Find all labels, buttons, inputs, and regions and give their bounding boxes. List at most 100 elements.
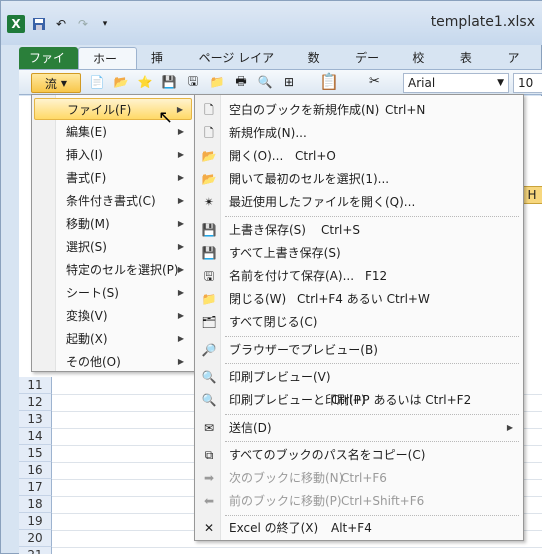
menu-item-save-all[interactable]: 💾 すべて上書き保存(S) <box>197 242 521 264</box>
tab-home[interactable]: ホーム <box>78 47 138 88</box>
submenu-arrow-icon: ▶ <box>177 127 184 136</box>
save-as-icon[interactable]: 🖫 <box>183 73 203 91</box>
save-icon[interactable] <box>31 16 47 32</box>
close-folder-icon[interactable]: 📁 <box>207 73 227 91</box>
open-folder-icon: 📂 <box>201 149 217 163</box>
menu-button-label: 流 <box>44 76 57 91</box>
menu-item-new[interactable]: 🗋 新規作成(N)... <box>197 122 521 144</box>
menu-item-format[interactable]: 書式(F) ▶ <box>34 167 192 189</box>
menu-item-conditional-format[interactable]: 条件付き書式(C) ▶ <box>34 190 192 212</box>
customize-qat-icon[interactable]: ▾ <box>97 16 113 32</box>
row-header[interactable]: 18 <box>19 496 52 513</box>
cut-icon[interactable]: ✂ <box>369 74 380 89</box>
menu-item-move[interactable]: 移動(M) ▶ <box>34 213 192 235</box>
excel-window: X ↶ ↷ ▾ template1.xlsx ファイル ホーム 挿入 ページ レ… <box>0 0 542 554</box>
menu-item-browser-preview[interactable]: 🔎 ブラウザーでプレビュー(B) <box>197 339 521 361</box>
menu-item-other[interactable]: その他(O) ▶ <box>34 351 192 373</box>
row-header[interactable]: 15 <box>19 445 52 462</box>
next-book-icon: ➡ <box>203 471 215 485</box>
recent-icon[interactable]: ⭐ <box>135 73 155 91</box>
menu-item-open-first-cell[interactable]: 📂 開いて最初のセルを選択(1)... <box>197 168 521 190</box>
row-header[interactable]: 11 <box>19 377 52 394</box>
menu-item-label: シート(S) <box>66 286 119 300</box>
new-doc-icon[interactable]: 📄 <box>87 73 107 91</box>
menu-item-sheet[interactable]: シート(S) ▶ <box>34 282 192 304</box>
tab-view[interactable]: 表示 <box>446 47 494 87</box>
menu-item-open[interactable]: 📂 開く(O)... Ctrl+O <box>197 145 521 167</box>
column-header-h[interactable]: H <box>521 186 542 204</box>
menu-item-save-as[interactable]: 🖫 名前を付けて保存(A)... F12 <box>197 265 521 287</box>
menu-item-exit[interactable]: ✕ Excel の終了(X) Alt+F4 <box>197 517 521 539</box>
undo-icon[interactable]: ↶ <box>53 16 69 32</box>
menu-item-print-preview-print[interactable]: 🔍 印刷プレビューと印刷(P) Ctrl+P あるいは Ctrl+F2 <box>197 389 521 411</box>
row-header[interactable]: 13 <box>19 411 52 428</box>
save-icon[interactable]: 💾 <box>159 73 179 91</box>
font-name-select[interactable]: Arial ▼ <box>403 73 509 93</box>
tab-data[interactable]: データ <box>341 47 398 87</box>
redo-icon[interactable]: ↷ <box>75 16 91 32</box>
menu-item-select[interactable]: 選択(S) ▶ <box>34 236 192 258</box>
menu-item-label: Excel の終了(X) <box>229 521 319 535</box>
tab-addins[interactable]: アド <box>493 47 541 87</box>
menu-item-shortcut: Ctrl+F6 <box>341 471 387 485</box>
layout-icon[interactable]: ⊞ <box>279 73 299 91</box>
menu-item-label: 書式(F) <box>66 171 107 185</box>
menu-item-new-blank[interactable]: 🗋 空白のブックを新規作成(N) Ctrl+N <box>197 99 521 121</box>
menu-item-label: 開いて最初のセルを選択(1)... <box>229 172 390 186</box>
menu-item-shortcut: Ctrl+F4 あるい Ctrl+W <box>297 292 430 306</box>
tab-file[interactable]: ファイル <box>19 47 79 87</box>
tab-review[interactable]: 校閲 <box>398 47 446 87</box>
menu-separator <box>225 441 519 442</box>
menu-item-send[interactable]: ✉ 送信(D) ▶ <box>197 417 521 439</box>
close-folder-icon: 📁 <box>201 292 217 306</box>
close-icon: ✕ <box>203 521 215 535</box>
row-header[interactable]: 14 <box>19 428 52 445</box>
menu-item-label: 空白のブックを新規作成(N) <box>229 103 380 117</box>
menu-item-open-recent[interactable]: ✴ 最近使用したファイルを開く(Q)... <box>197 191 521 213</box>
menu-item-label: 特定のセルを選択(P) <box>66 263 179 277</box>
menu-item-save[interactable]: 💾 上書き保存(S) Ctrl+S <box>197 219 521 241</box>
custom-menu-button[interactable]: 流 ▼ <box>31 73 81 93</box>
menu-item-close-all[interactable]: 🗂 すべて閉じる(C) <box>197 311 521 333</box>
menu-item-insert[interactable]: 挿入(I) ▶ <box>34 144 192 166</box>
menu-item-label: 印刷プレビュー(V) <box>229 370 331 384</box>
browser-preview-icon: 🔎 <box>201 343 217 357</box>
row-header[interactable]: 21 <box>19 547 52 554</box>
menu-item-select-special[interactable]: 特定のセルを選択(P) ▶ <box>34 259 192 281</box>
row-header[interactable]: 17 <box>19 479 52 496</box>
submenu-arrow-icon: ▶ <box>177 173 184 182</box>
title-bar: X ↶ ↷ ▾ template1.xlsx <box>1 1 542 45</box>
menu-item-label: 上書き保存(S) <box>229 223 306 237</box>
menu-item-label: 条件付き書式(C) <box>66 194 156 208</box>
paste-icon[interactable]: 📋 <box>319 72 343 94</box>
ribbon-body: 流 ▼ 📄 📂 ⭐ 💾 🖫 📁 🖶 🔍 ⊞ 📋 ✂ Arial ▼ 10 <box>19 69 542 95</box>
font-size-select[interactable]: 10 <box>513 73 542 93</box>
menu-item-next-book: ➡ 次のブックに移動(N) Ctrl+F6 <box>197 467 521 489</box>
menu-item-close[interactable]: 📁 閉じる(W) Ctrl+F4 あるい Ctrl+W <box>197 288 521 310</box>
excel-app-icon[interactable]: X <box>7 15 25 33</box>
menu-item-label: 移動(M) <box>66 217 110 231</box>
row-header[interactable]: 20 <box>19 530 52 547</box>
menu-item-label: 閉じる(W) <box>229 292 287 306</box>
menu-item-launch[interactable]: 起動(X) ▶ <box>34 328 192 350</box>
print-icon[interactable]: 🖶 <box>231 73 251 91</box>
row-header[interactable]: 19 <box>19 513 52 530</box>
blank-doc-icon: 🗋 <box>204 103 214 117</box>
row-header[interactable]: 16 <box>19 462 52 479</box>
menu-item-copy-paths[interactable]: ⧉ すべてのブックのパス名をコピー(C) <box>197 444 521 466</box>
row-header[interactable]: 12 <box>19 394 52 411</box>
menu-item-label: 編集(E) <box>66 125 107 139</box>
print-preview-icon[interactable]: 🔍 <box>255 73 275 91</box>
menu-item-label: ブラウザーでプレビュー(B) <box>229 343 378 357</box>
grid-row-line <box>52 547 542 548</box>
tab-insert[interactable]: 挿入 <box>137 47 185 87</box>
open-folder-icon[interactable]: 📂 <box>111 73 131 91</box>
menu-item-label: 名前を付けて保存(A)... <box>229 269 355 283</box>
menu-item-print-preview[interactable]: 🔍 印刷プレビュー(V) <box>197 366 521 388</box>
menu-item-label: 起動(X) <box>66 332 108 346</box>
tab-formulas[interactable]: 数式 <box>294 47 342 87</box>
menu-item-convert[interactable]: 変換(V) ▶ <box>34 305 192 327</box>
submenu-arrow-icon: ▶ <box>177 196 184 205</box>
tab-page-layout[interactable]: ページ レイアウト <box>185 47 294 87</box>
menu-separator <box>225 336 519 337</box>
